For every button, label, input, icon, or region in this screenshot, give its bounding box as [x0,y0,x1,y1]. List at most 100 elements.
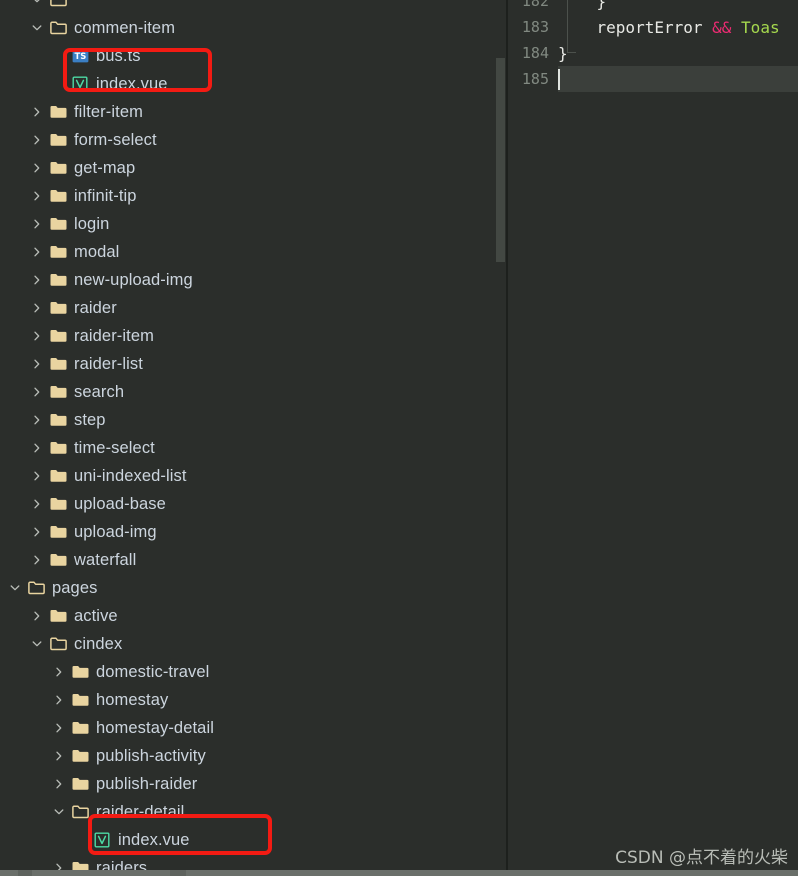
tree-item-folder[interactable]: step [0,406,506,434]
chevron-right-icon[interactable] [30,518,44,546]
folder-icon [49,294,67,322]
tree-item-label: get-map [74,158,136,177]
chevron-right-icon[interactable] [52,658,66,686]
tree-item-label: commen-item [74,18,176,37]
chevron-right-icon[interactable] [30,238,44,266]
chevron-right-icon[interactable] [30,98,44,126]
tree-item-folder[interactable]: commen-item [0,14,506,42]
chevron-right-icon[interactable] [52,770,66,798]
tree-item-label: filter-item [74,102,143,121]
folder-icon [49,210,67,238]
tree-item-folder[interactable]: active [0,602,506,630]
tree-item-folder[interactable]: domestic-travel [0,658,506,686]
tree-item-folder[interactable]: homestay [0,686,506,714]
tree-item-folder[interactable]: waterfall [0,546,506,574]
file-explorer-pane[interactable]: commen-item TS bus.ts index.vue filter-item f… [0,0,506,870]
code-line-content[interactable]: reportError && Toas [558,14,798,40]
folder-icon [71,742,89,770]
tree-item-folder[interactable]: homestay-detail [0,714,506,742]
tree-item-label: new-upload-img [74,270,193,289]
tree-item-file[interactable]: TS bus.ts [0,42,506,70]
folder-open-icon [49,0,67,14]
tree-item-folder[interactable]: login [0,210,506,238]
tree-item-label: infinit-tip [74,186,137,205]
chevron-right-icon[interactable] [30,182,44,210]
code-line[interactable]: 183 reportError && Toas [508,14,798,40]
tree-item-folder[interactable]: uni-indexed-list [0,462,506,490]
tree-item-folder[interactable]: raider-item [0,322,506,350]
chevron-down-icon[interactable] [52,798,66,826]
tree-item-folder[interactable]: infinit-tip [0,182,506,210]
folder-icon [49,490,67,518]
tree-item-folder[interactable]: raiders [0,854,506,870]
folder-icon [49,518,67,546]
tree-item-folder[interactable]: pages [0,574,506,602]
tree-item-folder[interactable] [0,0,506,14]
tree-item-label: bus.ts [96,46,141,65]
tree-item-folder[interactable]: new-upload-img [0,266,506,294]
chevron-right-icon[interactable] [30,154,44,182]
tree-item-folder[interactable]: cindex [0,630,506,658]
tree-item-folder[interactable]: search [0,378,506,406]
tree-item-folder[interactable]: get-map [0,154,506,182]
explorer-scrollbar-thumb[interactable] [496,58,505,262]
chevron-right-icon[interactable] [30,294,44,322]
tree-item-label: raider [74,298,117,317]
tree-item-folder[interactable]: raider [0,294,506,322]
text-caret [558,69,560,90]
chevron-right-icon[interactable] [30,350,44,378]
chevron-right-icon[interactable] [30,462,44,490]
folder-icon [49,434,67,462]
tree-item-folder[interactable]: raider-list [0,350,506,378]
line-number: 182 [521,0,549,10]
chevron-right-icon[interactable] [30,406,44,434]
chevron-right-icon[interactable] [30,490,44,518]
code-token: && [712,17,732,37]
chevron-down-icon[interactable] [30,14,44,42]
vue-file-icon [71,70,89,98]
chevron-right-icon[interactable] [30,434,44,462]
svg-text:TS: TS [74,51,86,61]
chevron-right-icon[interactable] [30,322,44,350]
code-line-active[interactable]: 185 [508,66,798,92]
folder-icon [71,686,89,714]
code-line-content[interactable] [558,66,798,92]
chevron-right-icon[interactable] [52,742,66,770]
code-line-content[interactable]: } [558,0,798,14]
tree-item-folder[interactable]: publish-raider [0,770,506,798]
chevron-right-icon[interactable] [30,602,44,630]
chevron-down-icon[interactable] [30,630,44,658]
chevron-right-icon[interactable] [52,714,66,742]
tree-item-folder[interactable]: upload-img [0,518,506,546]
code-line[interactable]: 184} [508,40,798,66]
tree-item-folder[interactable]: form-select [0,126,506,154]
code-line-content[interactable]: } [558,40,798,66]
chevron-right-icon[interactable] [30,210,44,238]
chevron-right-icon[interactable] [52,686,66,714]
tree-item-folder[interactable]: publish-activity [0,742,506,770]
code-editor-pane[interactable]: 182 } 183 reportError && Toas 184} 185 [508,0,798,870]
tree-item-folder[interactable]: raider-detail [0,798,506,826]
chevron-right-icon[interactable] [30,546,44,574]
chevron-right-icon[interactable] [30,266,44,294]
tree-item-folder[interactable]: time-select [0,434,506,462]
chevron-right-icon[interactable] [30,378,44,406]
tree-item-file[interactable]: index.vue [0,826,506,854]
tree-item-label: cindex [74,634,123,653]
tree-item-file[interactable]: index.vue [0,70,506,98]
chevron-down-icon[interactable] [8,574,22,602]
explorer-scrollbar-track[interactable] [492,0,506,870]
code-line[interactable]: 182 } [508,0,798,14]
folder-icon [49,238,67,266]
chevron-right-icon[interactable] [52,854,66,870]
status-bar [0,870,798,876]
tree-item-folder[interactable]: filter-item [0,98,506,126]
tree-item-folder[interactable]: modal [0,238,506,266]
tree-item-folder[interactable]: upload-base [0,490,506,518]
folder-open-icon [71,798,89,826]
chevron-down-icon[interactable] [30,0,44,14]
chevron-right-icon[interactable] [30,126,44,154]
